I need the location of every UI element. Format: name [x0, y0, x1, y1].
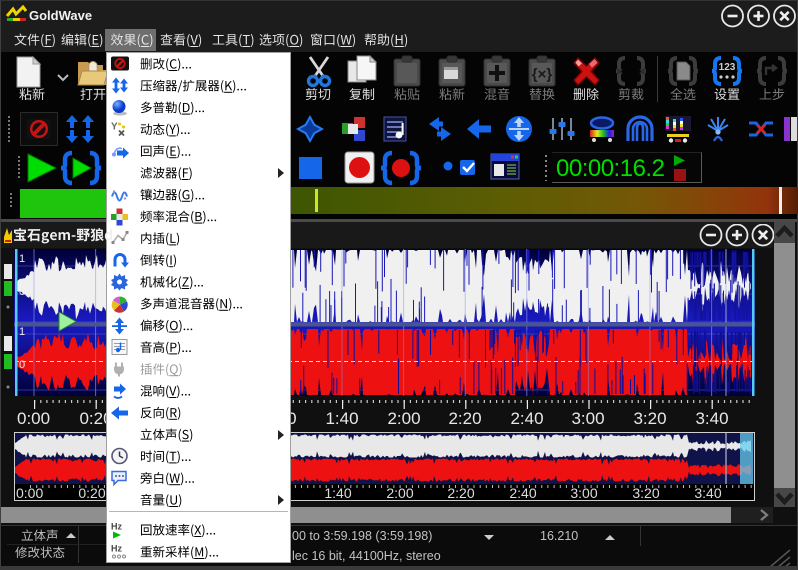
svg-text:123: 123 [719, 62, 736, 73]
svg-text:Hz: Hz [111, 544, 122, 554]
svg-text:{×}: {×} [532, 66, 553, 83]
svg-text:Y: Y [111, 122, 118, 133]
svg-text:Hz: Hz [111, 522, 122, 532]
